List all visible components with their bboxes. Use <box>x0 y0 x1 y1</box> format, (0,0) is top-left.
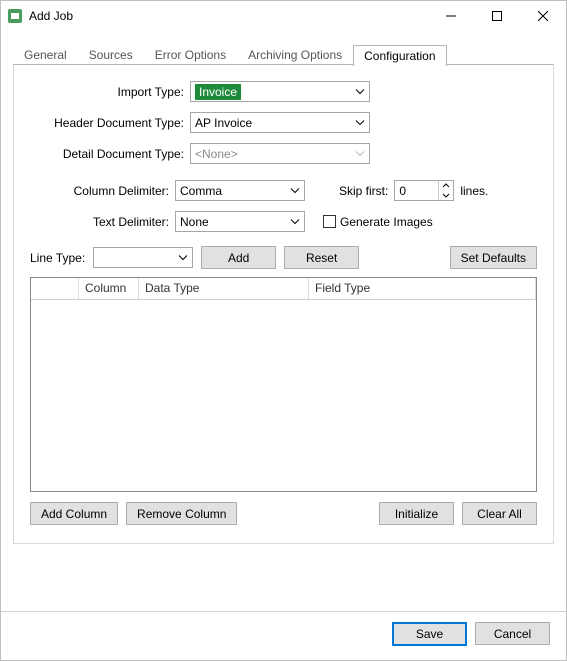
text-delimiter-select[interactable]: None <box>175 211 305 232</box>
chevron-down-icon <box>176 249 190 266</box>
spin-up-icon[interactable] <box>439 181 453 191</box>
tab-sources[interactable]: Sources <box>78 44 144 65</box>
grid-col-column[interactable]: Column <box>79 278 139 299</box>
clear-all-button[interactable]: Clear All <box>462 502 537 525</box>
skip-first-value: 0 <box>399 184 406 198</box>
tab-configuration[interactable]: Configuration <box>353 45 446 66</box>
chevron-down-icon <box>288 182 302 199</box>
grid-col-datatype[interactable]: Data Type <box>139 278 309 299</box>
detail-doc-type-select: <None> <box>190 143 370 164</box>
initialize-button[interactable]: Initialize <box>379 502 454 525</box>
dialog-footer: Save Cancel <box>1 611 566 660</box>
header-doc-type-label: Header Document Type: <box>30 116 190 130</box>
tab-archiving-options[interactable]: Archiving Options <box>237 44 353 65</box>
header-doc-type-value: AP Invoice <box>195 116 252 130</box>
tab-general[interactable]: General <box>13 44 78 65</box>
generate-images-label: Generate Images <box>340 215 433 229</box>
line-type-select[interactable] <box>93 247 193 268</box>
lines-suffix: lines. <box>460 184 488 198</box>
chevron-down-icon <box>353 83 367 100</box>
generate-images-checkbox[interactable] <box>323 215 336 228</box>
detail-doc-type-value: <None> <box>195 147 238 161</box>
tab-strip: General Sources Error Options Archiving … <box>13 43 554 65</box>
column-delimiter-label: Column Delimiter: <box>30 184 175 198</box>
close-button[interactable] <box>520 1 566 31</box>
add-button[interactable]: Add <box>201 246 276 269</box>
text-delimiter-label: Text Delimiter: <box>30 215 175 229</box>
import-type-select[interactable]: Invoice <box>190 81 370 102</box>
header-doc-type-select[interactable]: AP Invoice <box>190 112 370 133</box>
tab-error-options[interactable]: Error Options <box>144 44 237 65</box>
text-delimiter-value: None <box>180 215 209 229</box>
import-type-value: Invoice <box>195 84 241 100</box>
reset-button[interactable]: Reset <box>284 246 359 269</box>
grid-col-rowheader <box>31 278 79 299</box>
app-icon <box>7 8 23 24</box>
chevron-down-icon <box>353 145 367 162</box>
remove-column-button[interactable]: Remove Column <box>126 502 237 525</box>
add-column-button[interactable]: Add Column <box>30 502 118 525</box>
title-bar: Add Job <box>1 1 566 31</box>
grid-header: Column Data Type Field Type <box>31 278 536 300</box>
column-delimiter-select[interactable]: Comma <box>175 180 305 201</box>
line-type-label: Line Type: <box>30 251 85 265</box>
detail-doc-type-label: Detail Document Type: <box>30 147 190 161</box>
tab-panel-configuration: Import Type: Invoice Header Document Typ… <box>13 64 554 544</box>
skip-first-spinner[interactable] <box>438 181 453 200</box>
minimize-button[interactable] <box>428 1 474 31</box>
dialog-content: General Sources Error Options Archiving … <box>1 31 566 660</box>
grid-col-fieldtype[interactable]: Field Type <box>309 278 536 299</box>
column-delimiter-value: Comma <box>180 184 222 198</box>
chevron-down-icon <box>353 114 367 131</box>
save-button[interactable]: Save <box>392 622 467 646</box>
window-buttons <box>428 1 566 31</box>
chevron-down-icon <box>288 213 302 230</box>
window-title: Add Job <box>29 9 428 23</box>
columns-grid[interactable]: Column Data Type Field Type <box>30 277 537 492</box>
import-type-label: Import Type: <box>30 85 190 99</box>
cancel-button[interactable]: Cancel <box>475 622 550 645</box>
skip-first-label: Skip first: <box>339 184 394 198</box>
spin-down-icon[interactable] <box>439 191 453 201</box>
maximize-button[interactable] <box>474 1 520 31</box>
skip-first-input[interactable]: 0 <box>394 180 454 201</box>
set-defaults-button[interactable]: Set Defaults <box>450 246 537 269</box>
